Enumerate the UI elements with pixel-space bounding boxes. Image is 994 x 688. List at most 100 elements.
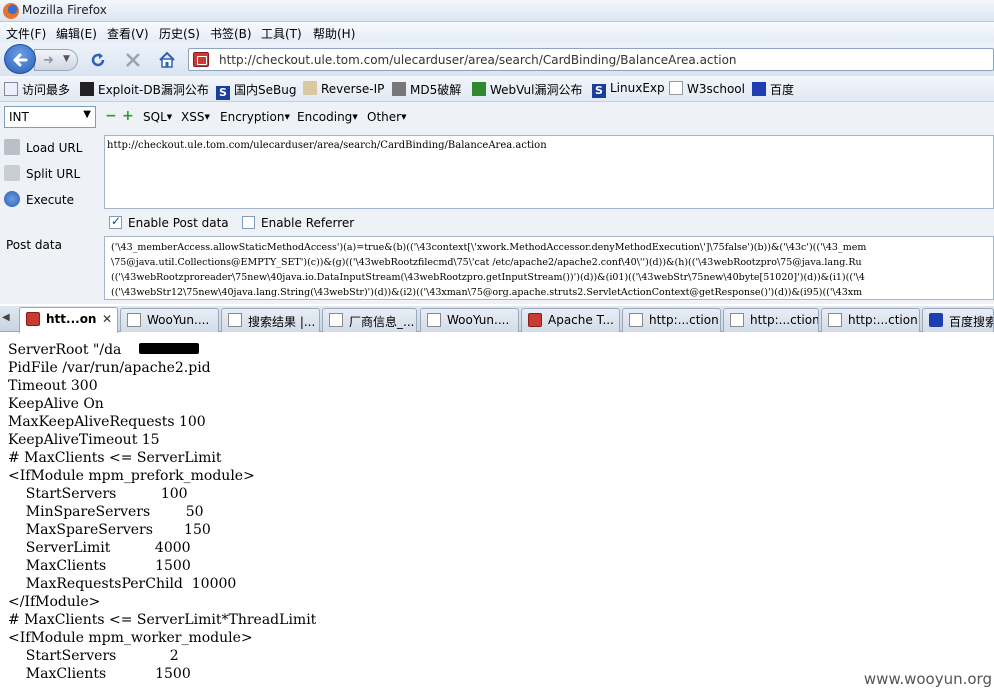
exploit-db-icon	[80, 82, 94, 96]
menu-edit[interactable]: 编辑(E)	[56, 25, 97, 42]
linuxexp-icon: S	[592, 84, 606, 98]
execute-icon	[4, 191, 20, 207]
site-identity-icon[interactable]	[193, 52, 209, 67]
tab-scroll-left-icon[interactable]: ◀	[2, 312, 10, 323]
checkbox-checked-icon	[109, 214, 122, 229]
split-url-button[interactable]: Split URL	[4, 165, 80, 181]
post-data-textarea[interactable]: ('\43_memberAccess.allowStaticMethodAcce…	[104, 236, 994, 300]
config-line: MaxRequestsPerChild 10000	[8, 576, 237, 592]
url-bar[interactable]: http://checkout.ule.tom.com/ulecarduser/…	[188, 48, 994, 71]
forward-button[interactable]: ➜ ▼	[34, 49, 78, 71]
menu-view[interactable]: 查看(V)	[107, 25, 149, 42]
reload-icon[interactable]	[89, 51, 107, 69]
enable-post-checkbox[interactable]: Enable Post data	[109, 214, 229, 230]
document-icon	[828, 313, 842, 327]
bookmark-linuxexp[interactable]: S LinuxExp	[592, 81, 665, 98]
config-line: <IfModule mpm_prefork_module>	[8, 468, 255, 484]
close-icon[interactable]: ✕	[102, 312, 112, 326]
checkbox-unchecked-icon	[242, 216, 255, 229]
history-dropdown-icon[interactable]: ▼	[63, 54, 70, 64]
bookmark-sebug[interactable]: S 国内SeBug	[216, 81, 296, 100]
bookmark-most-visited[interactable]: 访问最多	[4, 81, 70, 98]
forward-arrow-icon: ➜	[43, 53, 54, 68]
bookmark-exploit-db[interactable]: Exploit-DB漏洞公布	[80, 81, 209, 98]
most-visited-icon	[4, 82, 18, 96]
config-line: MaxSpareServers 150	[8, 522, 211, 538]
url-text[interactable]: http://checkout.ule.tom.com/ulecarduser/…	[219, 53, 737, 67]
tab-6[interactable]: Apache T...	[521, 308, 620, 332]
document-icon	[629, 313, 643, 327]
execute-button[interactable]: Execute	[4, 191, 74, 207]
bookmark-reverse-ip[interactable]: Reverse-IP	[303, 81, 384, 96]
increment-icon[interactable]: +	[122, 108, 134, 124]
red-square-icon	[528, 313, 542, 327]
config-line: </IfModule>	[8, 594, 101, 610]
tab-7[interactable]: http:...ction	[622, 308, 721, 332]
bookmark-md5[interactable]: MD5破解	[392, 81, 461, 98]
config-line: MaxKeepAliveRequests 100	[8, 414, 206, 430]
tab-2[interactable]: WooYun....	[120, 308, 219, 332]
hackbar-type-select[interactable]: INT ▼	[4, 106, 96, 128]
bookmark-w3school[interactable]: W3school	[669, 81, 745, 96]
post-data-line: (('\43webStr12\75new\40java.lang.String(…	[111, 287, 863, 298]
tab-8[interactable]: http:...ction	[723, 308, 819, 332]
hackbar-menu-sql[interactable]: SQL▼	[143, 110, 172, 124]
config-line: MaxClients 1500	[8, 666, 191, 682]
md5-icon	[392, 82, 406, 96]
document-icon	[427, 313, 441, 327]
chevron-down-icon: ▼	[83, 109, 91, 120]
window-title: Mozilla Firefox	[22, 3, 107, 17]
home-icon[interactable]	[158, 51, 176, 69]
firefox-logo-icon	[3, 3, 19, 19]
tab-3[interactable]: 搜索结果 |...	[221, 308, 320, 332]
config-line: StartServers 100	[8, 486, 188, 502]
bookmarks-toolbar: 访问最多 Exploit-DB漏洞公布 S 国内SeBug Reverse-IP …	[0, 76, 994, 102]
menu-bar: 文件(F) 编辑(E) 查看(V) 历史(S) 书签(B) 工具(T) 帮助(H…	[0, 22, 994, 42]
post-data-label: Post data	[6, 238, 62, 252]
w3school-icon	[669, 81, 683, 95]
post-data-line: ('\43_memberAccess.allowStaticMethodAcce…	[111, 242, 867, 253]
menu-bookmarks[interactable]: 书签(B)	[210, 25, 252, 42]
bookmark-baidu[interactable]: 百度	[752, 81, 794, 98]
stop-icon[interactable]	[124, 51, 142, 69]
load-url-icon	[4, 139, 20, 155]
load-url-button[interactable]: Load URL	[4, 139, 82, 155]
menu-help[interactable]: 帮助(H)	[313, 25, 355, 42]
back-button[interactable]	[4, 44, 36, 74]
document-icon	[228, 313, 242, 327]
decrement-icon[interactable]: −	[105, 108, 117, 124]
menu-tools[interactable]: 工具(T)	[261, 25, 302, 42]
menu-file[interactable]: 文件(F)	[6, 25, 46, 42]
navigation-bar: ➜ ▼ http://checkout.ule.tom.com/ulecardu…	[0, 42, 994, 76]
hackbar-menu-xss[interactable]: XSS▼	[181, 110, 210, 124]
post-data-line: \75@java.util.Collections@EMPTY_SET')(c)…	[111, 257, 862, 268]
sebug-icon: S	[216, 86, 230, 100]
config-line: MinSpareServers 50	[8, 504, 204, 520]
config-line: Timeout 300	[8, 378, 98, 394]
hackbar-menu-encoding[interactable]: Encoding▼	[297, 110, 358, 124]
tab-10[interactable]: 百度搜索	[922, 308, 994, 332]
hackbar-url-textarea[interactable]: http://checkout.ule.tom.com/ulecarduser/…	[104, 135, 994, 209]
tab-5[interactable]: WooYun....	[420, 308, 519, 332]
config-line: MaxClients 1500	[8, 558, 191, 574]
enable-referrer-checkbox[interactable]: Enable Referrer	[242, 216, 354, 230]
config-line: PidFile /var/run/apache2.pid	[8, 360, 211, 376]
tab-4[interactable]: 厂商信息_...	[322, 308, 417, 332]
bookmark-webvul[interactable]: WebVul漏洞公布	[472, 81, 583, 98]
document-icon	[127, 313, 141, 327]
config-text: ServerRoot "/da oot" PidFile /var/run/apa…	[8, 341, 316, 683]
tab-9[interactable]: http:...ction	[821, 308, 920, 332]
hackbar-menu-encryption[interactable]: Encryption▼	[220, 110, 290, 124]
config-line: <IfModule mpm_worker_module>	[8, 630, 253, 646]
config-line: KeepAlive On	[8, 396, 104, 412]
post-data-line: (('\43webRootzproreader\75new\40java.io.…	[111, 272, 865, 283]
document-icon	[329, 313, 343, 327]
baidu-paw-icon	[752, 82, 766, 96]
menu-history[interactable]: 历史(S)	[159, 25, 200, 42]
paw-icon	[929, 313, 943, 327]
hackbar-panel: INT ▼ − + SQL▼ XSS▼ Encryption▼ Encoding…	[0, 102, 994, 304]
document-icon	[730, 313, 744, 327]
hackbar-menu-other[interactable]: Other▼	[367, 110, 406, 124]
tab-1[interactable]: htt...on ✕	[19, 307, 118, 333]
tab-strip: ◀ htt...on ✕ WooYun.... 搜索结果 |... 厂商信息_.…	[0, 306, 994, 333]
